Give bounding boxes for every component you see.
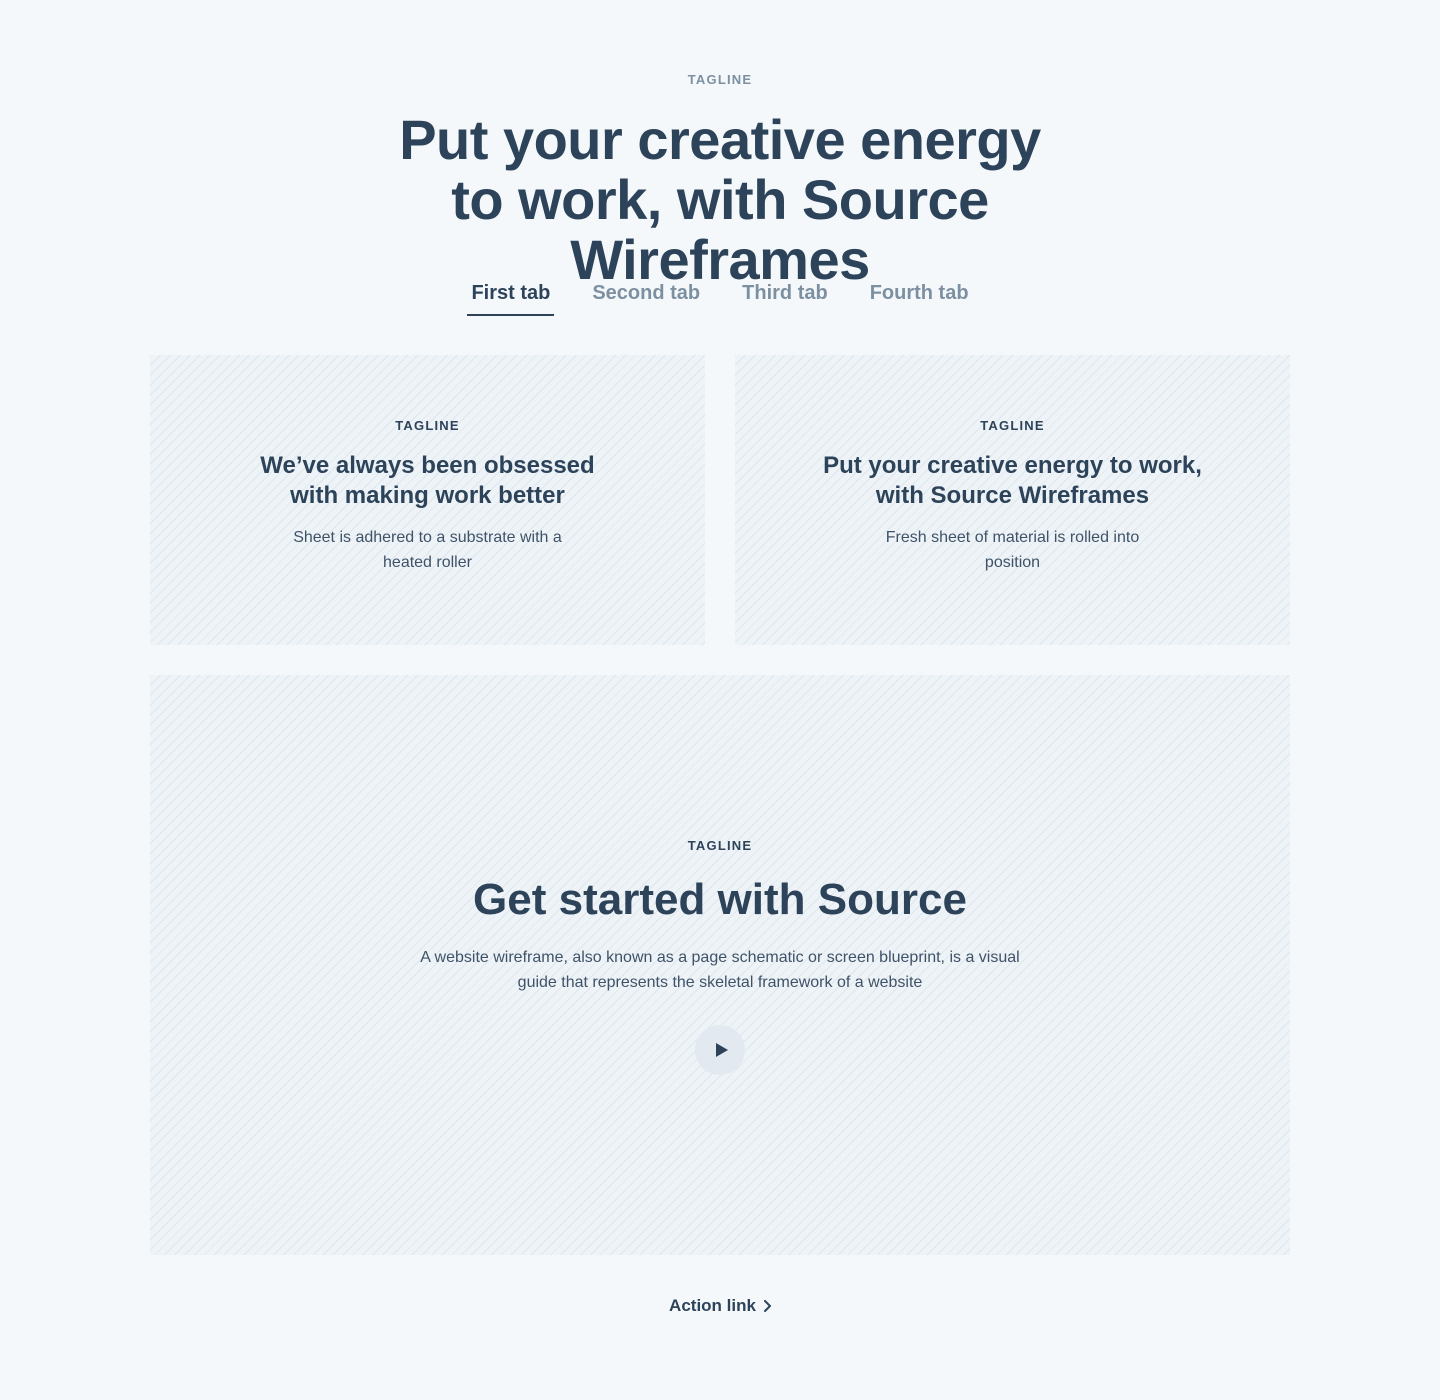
feature-card-right: TAGLINE Put your creative energy to work…: [735, 355, 1290, 645]
action-link-label: Action link: [669, 1296, 756, 1315]
card-description: Fresh sheet of material is rolled into p…: [885, 529, 1140, 571]
chevron-right-icon: [763, 1300, 771, 1312]
tab-first[interactable]: First tab: [467, 276, 555, 316]
feature-tagline: TAGLINE: [687, 838, 753, 853]
page-title: Put your creative energy to work, with S…: [399, 108, 1041, 291]
action-link-container: Action link: [0, 1296, 1440, 1316]
card-tagline: TAGLINE: [980, 418, 1045, 433]
card-title: We’ve always been obsessed with making w…: [260, 452, 595, 509]
tab-third[interactable]: Third tab: [738, 276, 832, 316]
feature-card-left: TAGLINE We’ve always been obsessed with …: [150, 355, 705, 645]
action-link[interactable]: Action link: [669, 1296, 771, 1316]
video-feature-panel: TAGLINE Get started with Source A websit…: [150, 675, 1290, 1255]
card-title: Put your creative energy to work, with S…: [823, 452, 1202, 509]
feature-description: A website wireframe, also known as a pag…: [420, 949, 1020, 991]
feature-title: Get started with Source: [473, 875, 967, 924]
header-tagline: TAGLINE: [687, 72, 753, 87]
tab-fourth[interactable]: Fourth tab: [866, 276, 973, 316]
tab-bar: First tab Second tab Third tab Fourth ta…: [0, 276, 1440, 316]
play-icon: [715, 1043, 728, 1057]
play-button[interactable]: [695, 1025, 745, 1075]
card-tagline: TAGLINE: [395, 418, 460, 433]
card-description: Sheet is adhered to a substrate with a h…: [293, 529, 562, 571]
tab-second[interactable]: Second tab: [588, 276, 704, 316]
